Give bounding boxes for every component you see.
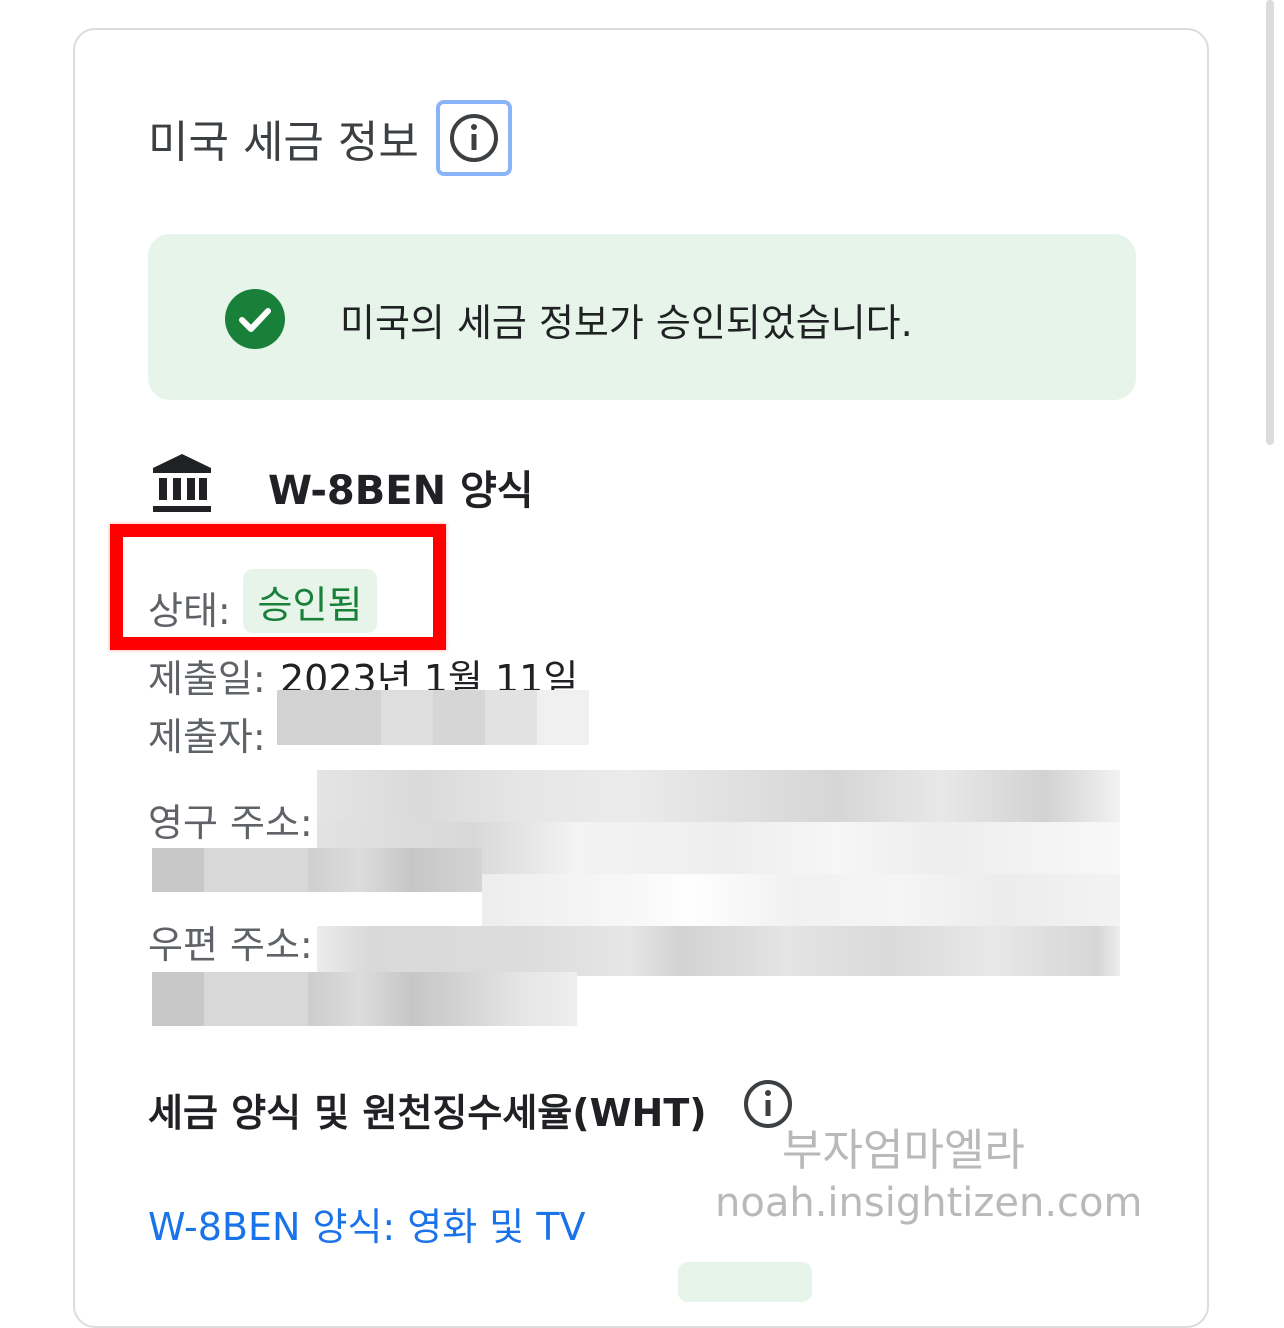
section-title: 미국 세금 정보 xyxy=(148,117,419,168)
bank-icon xyxy=(153,454,211,512)
permanent-address-redacted xyxy=(317,770,1120,822)
scrollbar[interactable] xyxy=(1266,0,1274,445)
check-circle-icon xyxy=(225,289,285,349)
permanent-address-redacted-4 xyxy=(482,874,1120,926)
mailing-address-redacted-2 xyxy=(152,972,577,1026)
permanent-address-redacted-3 xyxy=(152,848,482,892)
wht-form-link[interactable]: W-8BEN 양식: 영화 및 TV xyxy=(148,1196,586,1251)
submitter-redacted xyxy=(277,690,589,745)
mailing-address-redacted xyxy=(317,926,1120,976)
highlight-annotation xyxy=(110,524,446,650)
approval-message: 미국의 세금 정보가 승인되었습니다. xyxy=(340,301,913,345)
info-button[interactable] xyxy=(436,100,512,176)
wht-section-title: 세금 양식 및 원천징수세율(WHT) xyxy=(148,1091,707,1135)
wht-rate-status-badge-cut-off xyxy=(678,1262,812,1302)
info-icon xyxy=(450,114,498,162)
submitted-label: 제출일: xyxy=(148,657,266,701)
permanent-address-label: 영구 주소: xyxy=(148,801,313,845)
submitter-label: 제출자: xyxy=(148,715,266,759)
watermark-name: 부자엄마엘라 xyxy=(782,1125,1025,1176)
watermark-url: noah.insightizen.com xyxy=(715,1180,1143,1226)
form-title: W-8BEN 양식 xyxy=(268,468,534,514)
mailing-address-label: 우편 주소: xyxy=(148,923,313,967)
